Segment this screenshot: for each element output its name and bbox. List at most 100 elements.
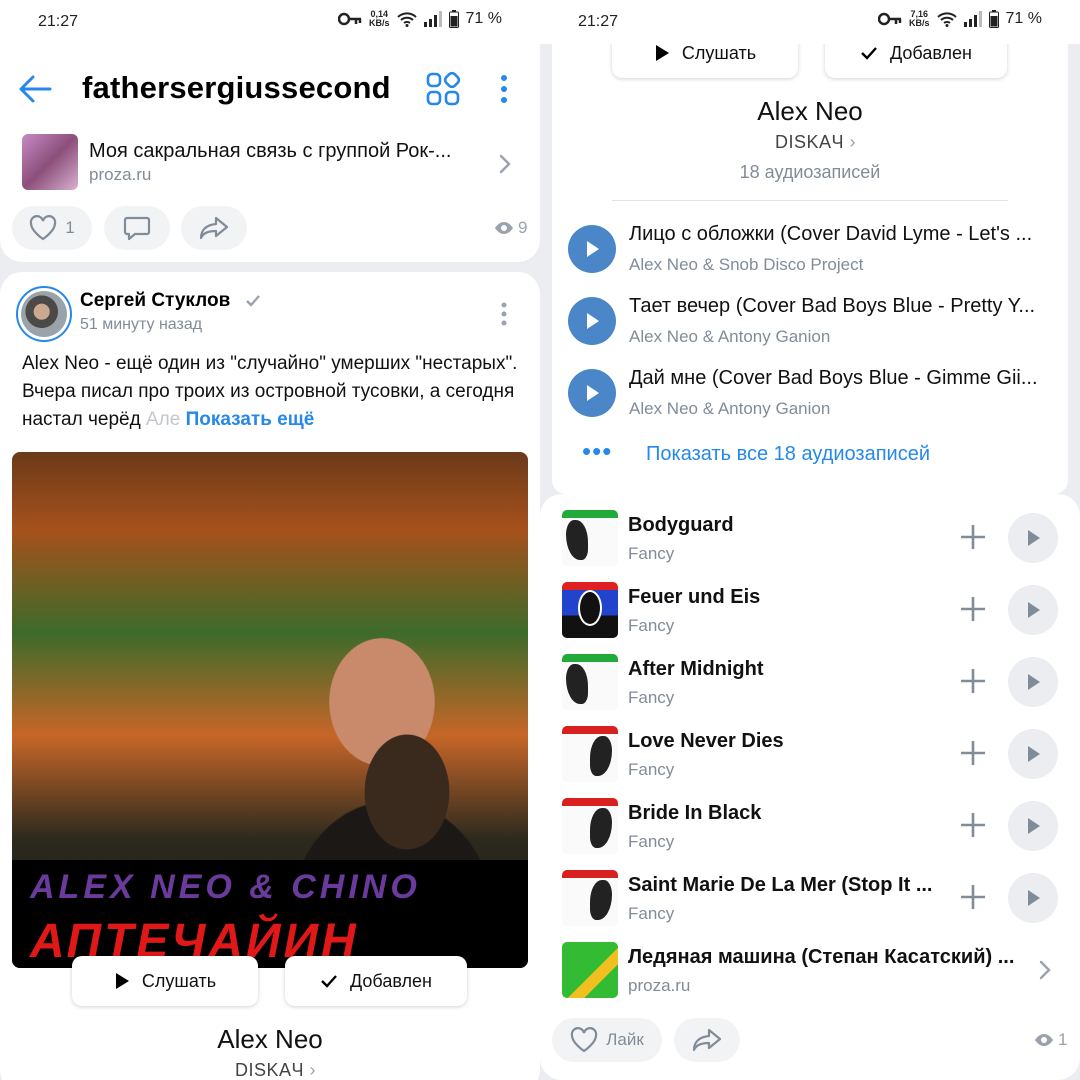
song-row[interactable]: Bride In Black Fancy (540, 790, 1080, 862)
signal-icon (423, 11, 442, 27)
add-icon[interactable] (956, 736, 990, 770)
song-title: Bodyguard (628, 514, 734, 536)
track-count: 18 аудиозаписей (739, 162, 881, 182)
play-button[interactable] (1008, 873, 1058, 923)
song-row[interactable]: Love Never Dies Fancy (540, 718, 1080, 790)
play-button[interactable] (1008, 585, 1058, 635)
song-cover (562, 654, 618, 710)
play-button[interactable] (568, 369, 616, 417)
add-icon[interactable] (956, 592, 990, 626)
album-track-row[interactable]: Лицо с обложки (Cover David Lyme - Let's… (552, 213, 1068, 285)
listen-button[interactable]: Слушать (72, 956, 258, 1006)
right-screen: Слушать Добавлен Alex Neo DISKAЧ › 18 ау… (540, 0, 1080, 1080)
song-row[interactable]: Bodyguard Fancy (540, 502, 1080, 574)
link-title: Ледяная машина (Степан Касатский) ... (628, 946, 1015, 968)
comment-button[interactable] (104, 206, 170, 250)
eye-icon (495, 222, 513, 234)
chevron-right-icon[interactable] (498, 153, 512, 175)
album-artist[interactable]: DISKAЧ › (775, 132, 856, 153)
show-more-link[interactable]: Показать ещё (186, 409, 315, 430)
album-title: Alex Neo (217, 1024, 323, 1054)
add-icon[interactable] (956, 880, 990, 914)
avatar[interactable] (16, 286, 72, 342)
song-cover (562, 798, 618, 854)
chevron-right-icon[interactable] (1038, 959, 1052, 981)
share-button[interactable] (674, 1018, 740, 1062)
key-icon (878, 12, 902, 26)
song-artist: Fancy (628, 760, 675, 779)
share-button[interactable] (181, 206, 247, 250)
add-icon[interactable] (956, 520, 990, 554)
heart-icon (571, 1027, 598, 1053)
song-row[interactable]: Saint Marie De La Mer (Stop It ... Fancy (540, 862, 1080, 934)
more-horizontal-icon: ••• (582, 436, 613, 466)
wifi-icon (936, 12, 957, 27)
album-title: Alex Neo (757, 96, 863, 126)
track-title: Тает вечер (Cover Bad Boys Blue - Pretty… (629, 295, 1036, 317)
play-icon (1028, 674, 1040, 690)
song-artist: Fancy (628, 904, 675, 923)
back-arrow-icon[interactable] (18, 74, 52, 104)
song-cover (562, 582, 618, 638)
added-button[interactable]: Добавлен (285, 956, 467, 1006)
wifi-icon (396, 12, 417, 27)
play-icon (115, 973, 129, 989)
track-artist: Alex Neo & Antony Ganion (629, 327, 831, 346)
comment-icon (123, 216, 151, 241)
check-icon (861, 47, 877, 60)
check-icon (321, 975, 337, 988)
track-title: Дай мне (Cover Bad Boys Blue - Gimme Gii… (629, 367, 1038, 389)
status-time: 21:27 (578, 13, 619, 30)
play-button[interactable] (1008, 801, 1058, 851)
song-row[interactable]: After Midnight Fancy (540, 646, 1080, 718)
play-icon (1028, 746, 1040, 762)
play-button[interactable] (568, 225, 616, 273)
show-all-tracks-link[interactable]: Показать все 18 аудиозаписей (646, 443, 930, 466)
battery-level: 71 % (1005, 10, 1042, 27)
album-card: Слушать Добавлен Alex Neo DISKAЧ › 18 ау… (552, 0, 1068, 494)
like-count: 1 (65, 218, 75, 237)
like-button[interactable]: 1 (12, 206, 92, 250)
more-vertical-icon[interactable] (500, 302, 508, 326)
add-icon[interactable] (956, 808, 990, 842)
play-icon (587, 313, 599, 329)
song-title: Bride In Black (628, 802, 762, 824)
author-name[interactable]: Сергей Стуклов (80, 290, 230, 312)
album-track-row[interactable]: Тает вечер (Cover Bad Boys Blue - Pretty… (552, 285, 1068, 357)
album-track-row[interactable]: Дай мне (Cover Bad Boys Blue - Gimme Gii… (552, 357, 1068, 429)
link-title[interactable]: Моя сакральная связь с группой Рок-... (89, 140, 489, 163)
song-cover (562, 510, 618, 566)
play-button[interactable] (568, 297, 616, 345)
song-row[interactable]: Feuer und Eis Fancy (540, 574, 1080, 646)
status-bar: 21:27 0,14 KB/s 71 % (0, 0, 540, 44)
play-icon (1028, 818, 1040, 834)
album-cover-image[interactable]: ALEX NEO & CHINO АПТЕЧАЙИН (12, 452, 528, 968)
track-artist: Alex Neo & Antony Ganion (629, 399, 831, 418)
album-artist[interactable]: DISKAЧ › (235, 1060, 316, 1080)
link-domain: proza.ru (628, 976, 691, 995)
play-button[interactable] (1008, 729, 1058, 779)
song-artist: Fancy (628, 544, 675, 563)
play-button[interactable] (1008, 657, 1058, 707)
song-cover (562, 726, 618, 782)
song-artist: Fancy (628, 616, 675, 635)
play-icon (655, 45, 669, 61)
link-row[interactable]: Ледяная машина (Степан Касатский) ... pr… (540, 934, 1080, 1006)
left-screen: 21:27 0,14 KB/s 71 % fathersergiussecond … (0, 0, 540, 1080)
grid-icon[interactable] (426, 72, 460, 106)
song-cover (562, 870, 618, 926)
battery-icon (448, 10, 459, 28)
play-icon (587, 385, 599, 401)
song-title: Feuer und Eis (628, 586, 761, 608)
more-vertical-icon[interactable] (494, 74, 514, 104)
post-audio-card: Bodyguard Fancy Feuer und Eis Fancy Afte… (540, 494, 1080, 1080)
song-title: Love Never Dies (628, 730, 784, 752)
divider (612, 200, 1008, 201)
like-label: Лайк (606, 1030, 644, 1049)
battery-level: 71 % (465, 10, 502, 27)
add-icon[interactable] (956, 664, 990, 698)
like-button[interactable]: Лайк (552, 1018, 662, 1062)
play-button[interactable] (1008, 513, 1058, 563)
play-icon (1028, 890, 1040, 906)
link-thumbnail (562, 942, 618, 998)
